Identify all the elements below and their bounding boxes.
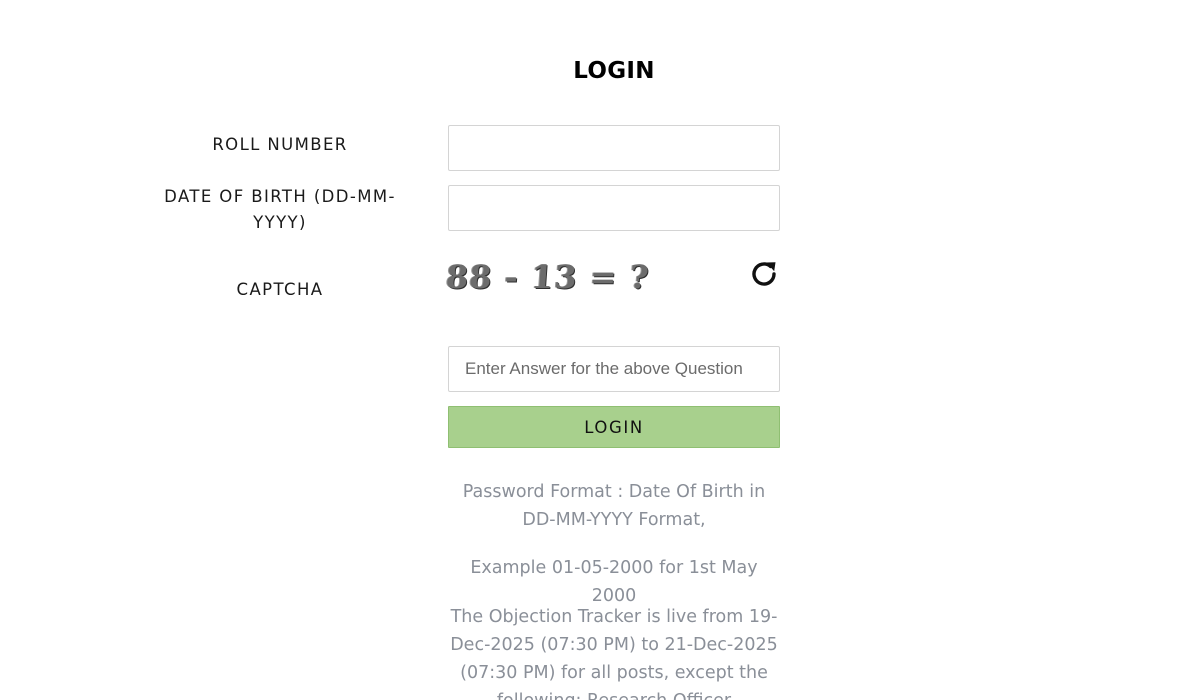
objection-tracker-notice: The Objection Tracker is live from 19-De… xyxy=(450,607,778,700)
refresh-icon[interactable] xyxy=(748,258,780,290)
dob-input[interactable] xyxy=(448,185,780,231)
roll-number-label: ROLL NUMBER xyxy=(212,135,348,154)
captcha-image: 88 - 13 = ? xyxy=(444,258,651,296)
login-button[interactable]: LOGIN xyxy=(448,406,780,448)
captcha-answer-input[interactable] xyxy=(448,346,780,392)
page-title: LOGIN xyxy=(573,58,655,84)
dob-label: DATE OF BIRTH (DD-MM-YYYY) xyxy=(164,187,396,232)
example-text: Example 01-05-2000 for 1st May 2000 xyxy=(470,558,758,606)
roll-number-input[interactable] xyxy=(448,125,780,171)
password-format-text: Password Format : Date Of Birth in DD-MM… xyxy=(462,482,766,530)
captcha-label: CAPTCHA xyxy=(236,280,324,299)
